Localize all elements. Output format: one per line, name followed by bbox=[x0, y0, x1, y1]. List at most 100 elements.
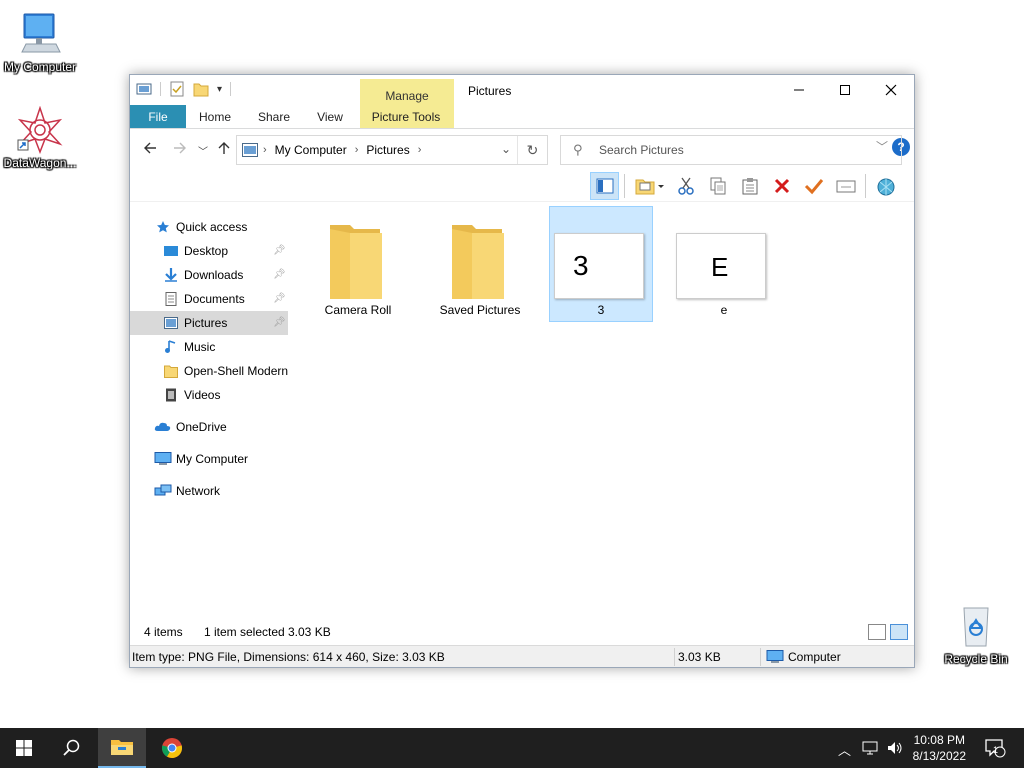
breadcrumb-separator-icon: › bbox=[263, 144, 267, 156]
notification-count: 1 bbox=[993, 745, 999, 755]
forward-arrow-icon bbox=[174, 142, 186, 154]
recent-locations-chevron-icon[interactable]: ﹀ bbox=[198, 143, 208, 158]
scissors-icon bbox=[677, 177, 694, 195]
delete-x-icon bbox=[774, 178, 789, 194]
show-hidden-icons-chevron-icon[interactable]: ︿ bbox=[838, 740, 851, 759]
image-thumbnail: E bbox=[676, 233, 766, 299]
file-name: Camera Roll bbox=[324, 303, 392, 317]
close-icon bbox=[885, 84, 897, 96]
qat-divider bbox=[160, 82, 161, 96]
paste-button[interactable] bbox=[735, 172, 764, 200]
new-folder-icon[interactable] bbox=[193, 81, 209, 97]
title-bar[interactable]: ▾ Manage Pictures bbox=[130, 75, 914, 129]
windows-logo-icon bbox=[16, 740, 32, 756]
sidebar-item-open-shell-modern[interactable]: Open-Shell Modern bbox=[130, 359, 288, 383]
start-button[interactable] bbox=[0, 728, 48, 768]
sidebar-item-network[interactable]: Network bbox=[130, 479, 288, 503]
sidebar-item-label: Documents bbox=[184, 292, 245, 306]
file-item-saved-pictures[interactable]: Saved Pictures bbox=[428, 207, 532, 323]
tab-share[interactable]: Share bbox=[252, 105, 296, 129]
details-view-button[interactable] bbox=[868, 624, 886, 640]
system-clock[interactable]: 10:08 PM 8/13/2022 bbox=[913, 732, 966, 764]
folder-view-dropdown-button[interactable] bbox=[630, 172, 668, 200]
sidebar-item-documents[interactable]: Documents 📌︎ bbox=[130, 287, 288, 311]
properties-button[interactable] bbox=[799, 172, 828, 200]
copy-button[interactable] bbox=[703, 172, 732, 200]
pictures-location-icon bbox=[242, 143, 258, 157]
ribbon-divider bbox=[130, 128, 914, 129]
delete-button[interactable] bbox=[767, 172, 796, 200]
maximize-icon bbox=[840, 85, 850, 95]
breadcrumb-pictures[interactable]: Pictures bbox=[366, 143, 409, 157]
breadcrumb-separator-icon: › bbox=[354, 144, 359, 156]
sidebar-item-label: Music bbox=[184, 340, 216, 354]
up-button[interactable] bbox=[216, 140, 232, 161]
breadcrumb-my-computer[interactable]: My Computer bbox=[275, 143, 347, 157]
tab-view[interactable]: View bbox=[312, 105, 348, 129]
desktop-icon-label: DataWagon... bbox=[3, 156, 77, 170]
navigation-pane: Quick access Desktop 📌︎ Downloads 📌︎ Doc… bbox=[130, 215, 288, 503]
desktop-icon-datawagon[interactable]: DataWagon... bbox=[0, 105, 80, 170]
minimize-button[interactable] bbox=[776, 75, 822, 105]
sidebar-item-my-computer[interactable]: My Computer bbox=[130, 447, 288, 471]
taskbar-file-explorer[interactable] bbox=[98, 728, 146, 768]
sidebar-item-label: Quick access bbox=[176, 220, 248, 234]
large-icons-view-button[interactable] bbox=[890, 624, 908, 640]
thumbnail-text: E bbox=[711, 252, 729, 282]
navigation-pane-button[interactable] bbox=[590, 172, 619, 200]
refresh-button[interactable]: ↻ bbox=[517, 136, 547, 164]
sidebar-item-pictures[interactable]: Pictures 📌︎ bbox=[130, 311, 288, 335]
open-shell-button[interactable] bbox=[871, 172, 900, 200]
tab-home[interactable]: Home bbox=[194, 105, 236, 129]
file-item-e[interactable]: E e bbox=[672, 207, 776, 323]
qat-dropdown-icon[interactable]: ▾ bbox=[217, 84, 222, 95]
file-explorer-icon bbox=[111, 740, 133, 755]
close-button[interactable] bbox=[868, 75, 914, 105]
sidebar-item-onedrive[interactable]: OneDrive bbox=[130, 415, 288, 439]
classic-toolbar bbox=[590, 171, 900, 201]
pictures-icon bbox=[164, 317, 178, 329]
taskbar-search-button[interactable] bbox=[48, 728, 96, 768]
pin-icon[interactable]: 📌︎ bbox=[273, 239, 286, 263]
details-size: 3.03 KB bbox=[678, 650, 721, 664]
sidebar-item-downloads[interactable]: Downloads 📌︎ bbox=[130, 263, 288, 287]
action-center-button[interactable]: 1 bbox=[980, 728, 1010, 768]
maximize-button[interactable] bbox=[822, 75, 868, 105]
sidebar-item-videos[interactable]: Videos bbox=[130, 383, 288, 407]
copy-icon bbox=[710, 177, 725, 195]
sidebar-item-quick-access[interactable]: Quick access bbox=[130, 215, 288, 239]
pin-icon[interactable]: 📌︎ bbox=[273, 287, 286, 311]
image-thumbnail: 3 bbox=[554, 233, 644, 299]
explorer-window: ▾ Manage Pictures File Home Share View P… bbox=[129, 74, 915, 668]
pin-icon[interactable]: 📌︎ bbox=[273, 263, 286, 287]
desktop-icon-my-computer[interactable]: My Computer bbox=[0, 10, 80, 74]
search-input[interactable] bbox=[599, 141, 889, 159]
desktop-icon-recycle-bin[interactable]: Recycle Bin bbox=[936, 602, 1016, 666]
cut-button[interactable] bbox=[671, 172, 700, 200]
tab-picture-tools[interactable]: Picture Tools bbox=[366, 105, 446, 129]
search-box[interactable]: ⚲ bbox=[560, 135, 902, 165]
chrome-icon bbox=[161, 738, 183, 759]
forward-button[interactable] bbox=[172, 140, 188, 161]
file-item-3[interactable]: 3 3 bbox=[549, 206, 653, 322]
sidebar-item-label: Videos bbox=[184, 388, 221, 402]
paste-icon bbox=[742, 178, 757, 195]
sidebar-item-desktop[interactable]: Desktop 📌︎ bbox=[130, 239, 288, 263]
back-button[interactable] bbox=[142, 140, 158, 161]
file-item-camera-roll[interactable]: Camera Roll bbox=[306, 207, 410, 323]
volume-icon[interactable] bbox=[886, 740, 904, 759]
window-title: Pictures bbox=[468, 84, 512, 98]
taskbar-chrome[interactable] bbox=[148, 728, 196, 768]
window-icon[interactable] bbox=[136, 81, 152, 97]
folder-icon bbox=[164, 365, 178, 378]
address-dropdown-icon[interactable]: ⌄ bbox=[501, 142, 511, 156]
computer-icon bbox=[766, 650, 784, 663]
tab-file[interactable]: File bbox=[130, 105, 186, 129]
email-button[interactable] bbox=[831, 172, 860, 200]
sidebar-item-music[interactable]: Music bbox=[130, 335, 288, 359]
ribbon-tabs: File Home Share View Picture Tools ﹀ ? bbox=[130, 105, 914, 156]
pin-icon[interactable]: 📌︎ bbox=[273, 311, 286, 335]
network-status-icon[interactable] bbox=[862, 740, 880, 759]
address-bar[interactable]: › My Computer › Pictures › ⌄ ↻ bbox=[236, 135, 548, 165]
properties-icon[interactable] bbox=[169, 81, 185, 97]
